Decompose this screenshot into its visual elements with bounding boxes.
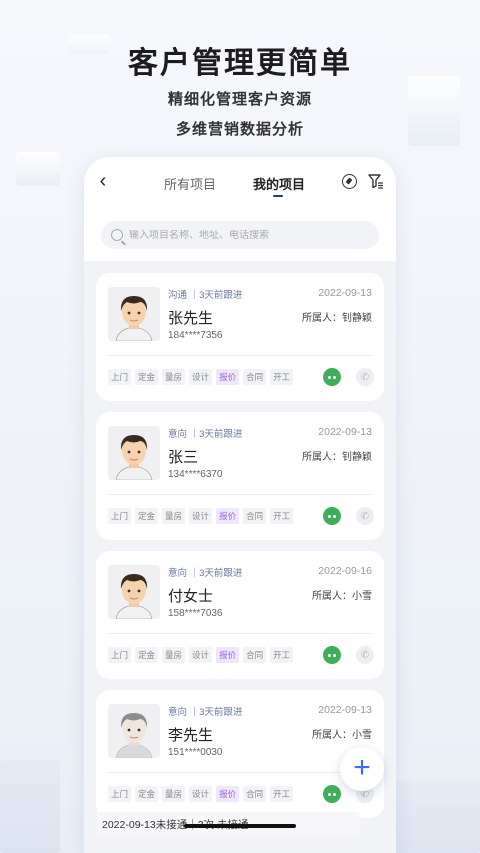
customer-phone: 134****6370 — [168, 469, 223, 480]
stage-tag: 合同 — [243, 786, 267, 802]
stage-tag: 设计 — [189, 369, 213, 385]
avatar-face-icon — [108, 426, 160, 480]
stage-tags: 上门 定金 量房 设计 报价 合同 开工 — [108, 786, 294, 802]
stage-tag: 设计 — [189, 508, 213, 524]
hero-subtitle: 多维营销数据分析 — [175, 121, 304, 138]
avatar — [108, 287, 160, 341]
stage-tag: 量房 — [162, 369, 186, 385]
divider — [108, 355, 372, 356]
add-customer-button[interactable]: + — [340, 747, 384, 791]
stage-tags: 上门 定金 量房 设计 报价 合同 开工 — [108, 508, 294, 524]
stage-tag: 合同 — [243, 647, 267, 663]
stage-tag: 量房 — [162, 647, 186, 663]
background-block — [392, 780, 480, 853]
stage-tag: 报价 — [216, 647, 240, 663]
stage-tag: 定金 — [135, 647, 159, 663]
customer-owner: 所属人：小雪 — [312, 730, 372, 741]
divider — [108, 772, 372, 773]
background-block — [16, 152, 60, 186]
back-arrow-icon[interactable]: ‹ — [96, 170, 110, 192]
avatar-face-icon — [108, 704, 160, 758]
stage-tag: 定金 — [135, 786, 159, 802]
customer-card[interactable]: 意向 ｜3天前跟进 2022-09-16 付女士 所属人：小雪 158****7… — [96, 551, 384, 679]
customer-status: 沟通 ｜3天前跟进 — [168, 290, 243, 301]
stage-tag: 报价 — [216, 508, 240, 524]
customer-phone: 151****0030 — [168, 747, 223, 758]
active-tab-indicator — [273, 195, 283, 197]
avatar — [108, 426, 160, 480]
search-icon — [111, 229, 123, 241]
customer-date: 2022-09-13 — [318, 426, 372, 438]
customer-name: 付女士 — [168, 588, 214, 605]
customer-card[interactable]: 沟通 ｜3天前跟进 2022-09-13 张先生 所属人：钊静颖 184****… — [96, 273, 384, 401]
stage-tag: 报价 — [216, 786, 240, 802]
avatar — [108, 704, 160, 758]
avatar-face-icon — [108, 565, 160, 619]
stage-tags: 上门 定金 量房 设计 报价 合同 开工 — [108, 647, 294, 663]
stage-tag: 量房 — [162, 508, 186, 524]
stage-tag: 开工 — [270, 786, 294, 802]
customer-card[interactable]: 意向 ｜3天前跟进 2022-09-13 张三 所属人：钊静颖 134****6… — [96, 412, 384, 540]
stage-tag: 定金 — [135, 508, 159, 524]
stage-tag: 合同 — [243, 369, 267, 385]
stage-tag: 定金 — [135, 369, 159, 385]
customer-name: 李先生 — [168, 727, 214, 744]
phone-frame: ‹ 所有项目 我的项目 沟通 ｜3天前跟进 2022-09-13 张先生 所属人… — [84, 157, 396, 853]
divider — [108, 633, 372, 634]
plus-icon: + — [353, 750, 371, 784]
stage-tag: 上门 — [108, 369, 132, 385]
stage-tag: 开工 — [270, 647, 294, 663]
customer-owner: 所属人：钊静颖 — [302, 452, 372, 463]
customer-status: 意向 ｜3天前跟进 — [168, 429, 243, 440]
stage-tag: 开工 — [270, 369, 294, 385]
customer-status: 意向 ｜3天前跟进 — [168, 707, 243, 718]
phone-icon[interactable]: ✆ — [356, 368, 374, 386]
customer-date: 2022-09-13 — [318, 287, 372, 299]
home-indicator — [184, 824, 296, 828]
message-button[interactable] — [323, 507, 341, 525]
tab-my-projects[interactable]: 我的项目 — [253, 174, 305, 193]
hero-subtitle: 精细化管理客户资源 — [167, 91, 312, 108]
message-button[interactable] — [323, 785, 341, 803]
customer-owner: 所属人：钊静颖 — [302, 313, 372, 324]
stage-tag: 上门 — [108, 647, 132, 663]
customer-card[interactable]: 意向 ｜3天前跟进 2022-09-13 李先生 所属人：小雪 151****0… — [96, 690, 384, 818]
stage-tag: 设计 — [189, 647, 213, 663]
search-input[interactable] — [129, 229, 359, 241]
divider — [108, 494, 372, 495]
customer-owner: 所属人：小雪 — [312, 591, 372, 602]
stage-tag: 设计 — [189, 786, 213, 802]
customer-date: 2022-09-13 — [318, 704, 372, 716]
customer-name: 张三 — [168, 449, 199, 466]
customer-name: 张先生 — [168, 310, 214, 327]
avatar — [108, 565, 160, 619]
filter-icon[interactable] — [368, 174, 384, 189]
compass-icon[interactable] — [342, 174, 357, 189]
customer-phone: 184****7356 — [168, 330, 223, 341]
hero-title: 客户管理更简单 — [128, 47, 352, 80]
customer-phone: 158****7036 — [168, 608, 223, 619]
tab-all-projects[interactable]: 所有项目 — [164, 174, 216, 193]
stage-tag: 开工 — [270, 508, 294, 524]
search-bar[interactable] — [101, 221, 379, 249]
phone-icon[interactable]: ✆ — [356, 646, 374, 664]
app-header: ‹ 所有项目 我的项目 — [84, 157, 396, 261]
stage-tags: 上门 定金 量房 设计 报价 合同 开工 — [108, 369, 294, 385]
stage-tag: 上门 — [108, 786, 132, 802]
phone-icon[interactable]: ✆ — [356, 507, 374, 525]
stage-tag: 量房 — [162, 786, 186, 802]
stage-tag: 合同 — [243, 508, 267, 524]
message-button[interactable] — [323, 646, 341, 664]
stage-tag: 上门 — [108, 508, 132, 524]
customer-date: 2022-09-16 — [318, 565, 372, 577]
avatar-face-icon — [108, 287, 160, 341]
background-block — [0, 760, 60, 853]
customer-status: 意向 ｜3天前跟进 — [168, 568, 243, 579]
stage-tag: 报价 — [216, 369, 240, 385]
message-button[interactable] — [323, 368, 341, 386]
